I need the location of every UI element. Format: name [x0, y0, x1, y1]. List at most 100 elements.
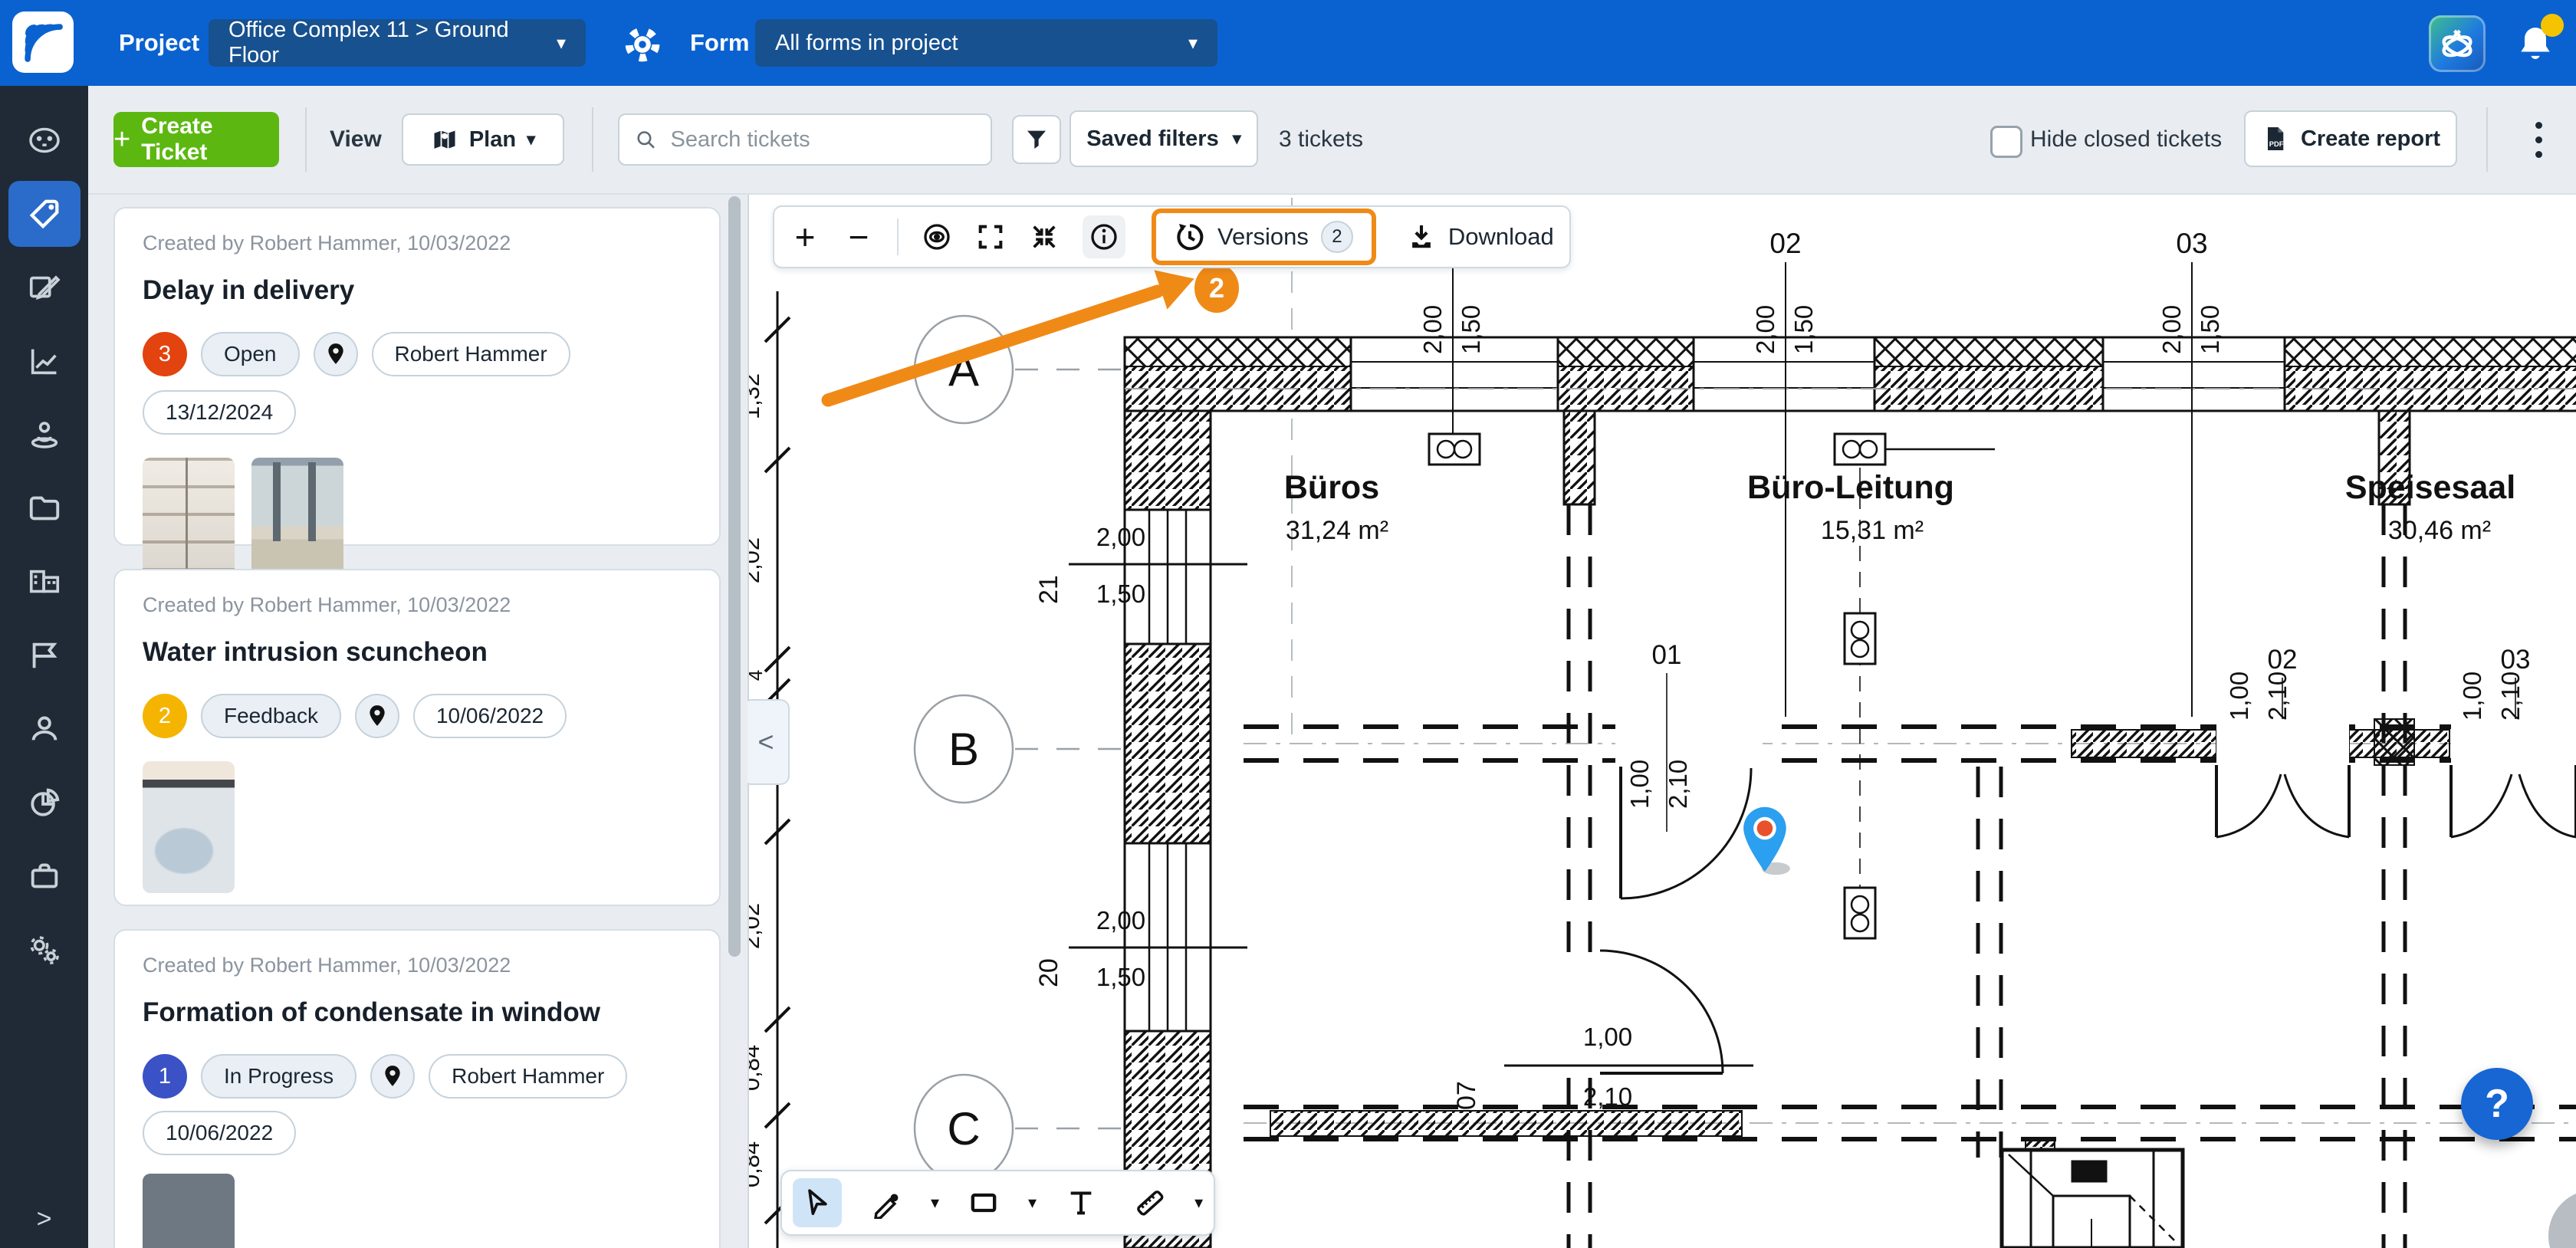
ticket-card-3[interactable]: Created by Robert Hammer, 10/03/2022 For… — [113, 929, 721, 1248]
search-icon — [635, 127, 657, 152]
sidebar-item-flags[interactable] — [8, 622, 80, 688]
plan-door-01: 01 1,00 2,10 — [1621, 640, 1751, 898]
sidebar-nav: > — [0, 86, 88, 1248]
sidebar-item-site[interactable] — [8, 402, 80, 468]
create-report-button[interactable]: PDF Create report — [2244, 110, 2457, 167]
create-ticket-label: Create Ticket — [141, 113, 279, 166]
svg-text:Büros: Büros — [1284, 469, 1379, 506]
ticket-list: Created by Robert Hammer, 10/03/2022 Del… — [88, 193, 748, 1248]
svg-text:1,50: 1,50 — [1457, 305, 1485, 354]
svg-text:20: 20 — [1034, 958, 1063, 987]
sidebar-item-plans[interactable] — [8, 255, 80, 320]
sidebar-item-overview[interactable] — [8, 107, 80, 173]
ticket-photo[interactable] — [143, 1174, 235, 1248]
ticket-created: Created by Robert Hammer, 10/03/2022 — [143, 232, 692, 255]
ticket-created: Created by Robert Hammer, 10/03/2022 — [143, 593, 692, 617]
select-cursor-tool[interactable] — [793, 1178, 842, 1227]
rectangle-tool[interactable] — [959, 1178, 1008, 1227]
rectangle-tool-caret[interactable]: ▾ — [1028, 1193, 1037, 1213]
hide-closed-checkbox[interactable] — [1990, 126, 2022, 158]
sidebar-item-documents[interactable] — [8, 475, 80, 541]
sidebar-item-projects[interactable] — [8, 549, 80, 615]
rectangle-icon — [968, 1187, 999, 1218]
svg-text:1,00: 1,00 — [2225, 672, 2253, 721]
assignee-badge: Robert Hammer — [429, 1054, 627, 1099]
divider — [305, 107, 307, 172]
folder-icon — [27, 491, 62, 526]
ticket-photo[interactable] — [143, 761, 235, 893]
sidebar-item-settings[interactable] — [8, 917, 80, 983]
tickets-count: 3 tickets — [1279, 86, 1363, 193]
due-date-badge: 10/06/2022 — [413, 694, 567, 738]
notifications-button[interactable] — [2509, 17, 2562, 71]
search-input[interactable] — [669, 126, 976, 153]
collapse-panel-tab[interactable]: < — [742, 699, 790, 785]
project-selector[interactable]: Office Complex 11 > Ground Floor ▾ — [209, 19, 586, 67]
pen-tool[interactable] — [862, 1178, 911, 1227]
person-site-icon — [27, 417, 62, 452]
list-scrollbar-thumb[interactable] — [728, 196, 741, 957]
status-badge: Feedback — [201, 694, 341, 738]
sidebar-item-case[interactable] — [8, 843, 80, 909]
zoom-in-button[interactable]: + — [790, 222, 820, 252]
buildings-icon — [27, 564, 62, 599]
chevron-down-icon: ▾ — [1168, 32, 1198, 54]
sidebar-item-contacts[interactable] — [8, 696, 80, 762]
list-scrollbar — [727, 196, 742, 1245]
plan-viewer: 1,32 2,02 4 0,84 2,02 0,84 0,84 — [748, 193, 2576, 1248]
create-ticket-button[interactable]: + Create Ticket — [113, 112, 279, 167]
ticket-map-pin[interactable] — [1740, 805, 1793, 879]
saved-filters-label: Saved filters — [1086, 126, 1218, 152]
sidebar-item-statistics[interactable] — [8, 328, 80, 394]
svg-text:1,00: 1,00 — [1625, 760, 1654, 809]
sidebar-item-reports[interactable] — [8, 770, 80, 836]
sidebar-expand-chevron[interactable]: > — [0, 1204, 88, 1234]
filter-button[interactable] — [1012, 115, 1061, 164]
ticket-card-2[interactable]: Created by Robert Hammer, 10/03/2022 Wat… — [113, 569, 721, 906]
plan-window-mark-20: 20 2,00 1,50 — [1034, 906, 1247, 991]
svg-text:2,00: 2,00 — [1096, 906, 1145, 934]
sidebar-item-tickets[interactable] — [8, 181, 80, 247]
overview-icon — [27, 123, 62, 158]
text-tool[interactable] — [1056, 1178, 1106, 1227]
svg-text:C: C — [947, 1103, 980, 1154]
fit-to-screen-button[interactable] — [1029, 222, 1060, 252]
svg-text:1,32: 1,32 — [749, 373, 764, 419]
plan-info-button[interactable] — [1083, 215, 1125, 258]
ticket-title: Delay in delivery — [143, 275, 692, 306]
planradar-logo[interactable] — [12, 11, 74, 73]
history-icon — [1175, 222, 1205, 252]
priority-badge: 3 — [143, 332, 187, 376]
tag-icon — [27, 196, 62, 232]
help-button[interactable]: ? — [2461, 1068, 2533, 1140]
view-plan-dropdown[interactable]: Plan ▾ — [402, 113, 564, 166]
pen-tool-caret[interactable]: ▾ — [931, 1193, 939, 1213]
chevron-down-icon: ▾ — [1233, 129, 1241, 149]
pdf-icon: PDF — [2261, 125, 2288, 153]
plan-pen-icon — [27, 270, 62, 305]
visibility-eye-button[interactable] — [922, 222, 952, 252]
project-selector-value: Office Complex 11 > Ground Floor — [228, 18, 537, 68]
ai-assistant-button[interactable] — [2429, 15, 2486, 72]
versions-button[interactable]: Versions 2 — [1152, 209, 1376, 265]
form-selector[interactable]: All forms in project ▾ — [755, 19, 1217, 67]
callout-arrow — [814, 268, 1213, 414]
svg-text:2,00: 2,00 — [1096, 523, 1145, 551]
svg-text:02: 02 — [1769, 228, 1801, 259]
download-button[interactable]: Download — [1402, 222, 1554, 251]
ticket-card-1[interactable]: Created by Robert Hammer, 10/03/2022 Del… — [113, 207, 721, 546]
due-date-badge: 10/06/2022 — [143, 1111, 296, 1155]
more-options-kebab[interactable] — [2519, 113, 2558, 166]
svg-text:2,00: 2,00 — [2157, 305, 2186, 354]
svg-text:Speisesaal: Speisesaal — [2345, 469, 2515, 506]
assignee-badge: Robert Hammer — [372, 332, 570, 376]
saved-filters-dropdown[interactable]: Saved filters ▾ — [1070, 110, 1258, 167]
pin-icon — [367, 704, 387, 727]
project-settings-gear-icon[interactable] — [619, 21, 665, 67]
zoom-out-button[interactable]: − — [843, 222, 874, 252]
measure-tool[interactable] — [1125, 1178, 1175, 1227]
pie-chart-icon — [27, 785, 62, 820]
fullscreen-button[interactable] — [975, 222, 1006, 252]
measure-tool-caret[interactable]: ▾ — [1194, 1193, 1203, 1213]
chevron-down-icon: ▾ — [527, 130, 535, 149]
